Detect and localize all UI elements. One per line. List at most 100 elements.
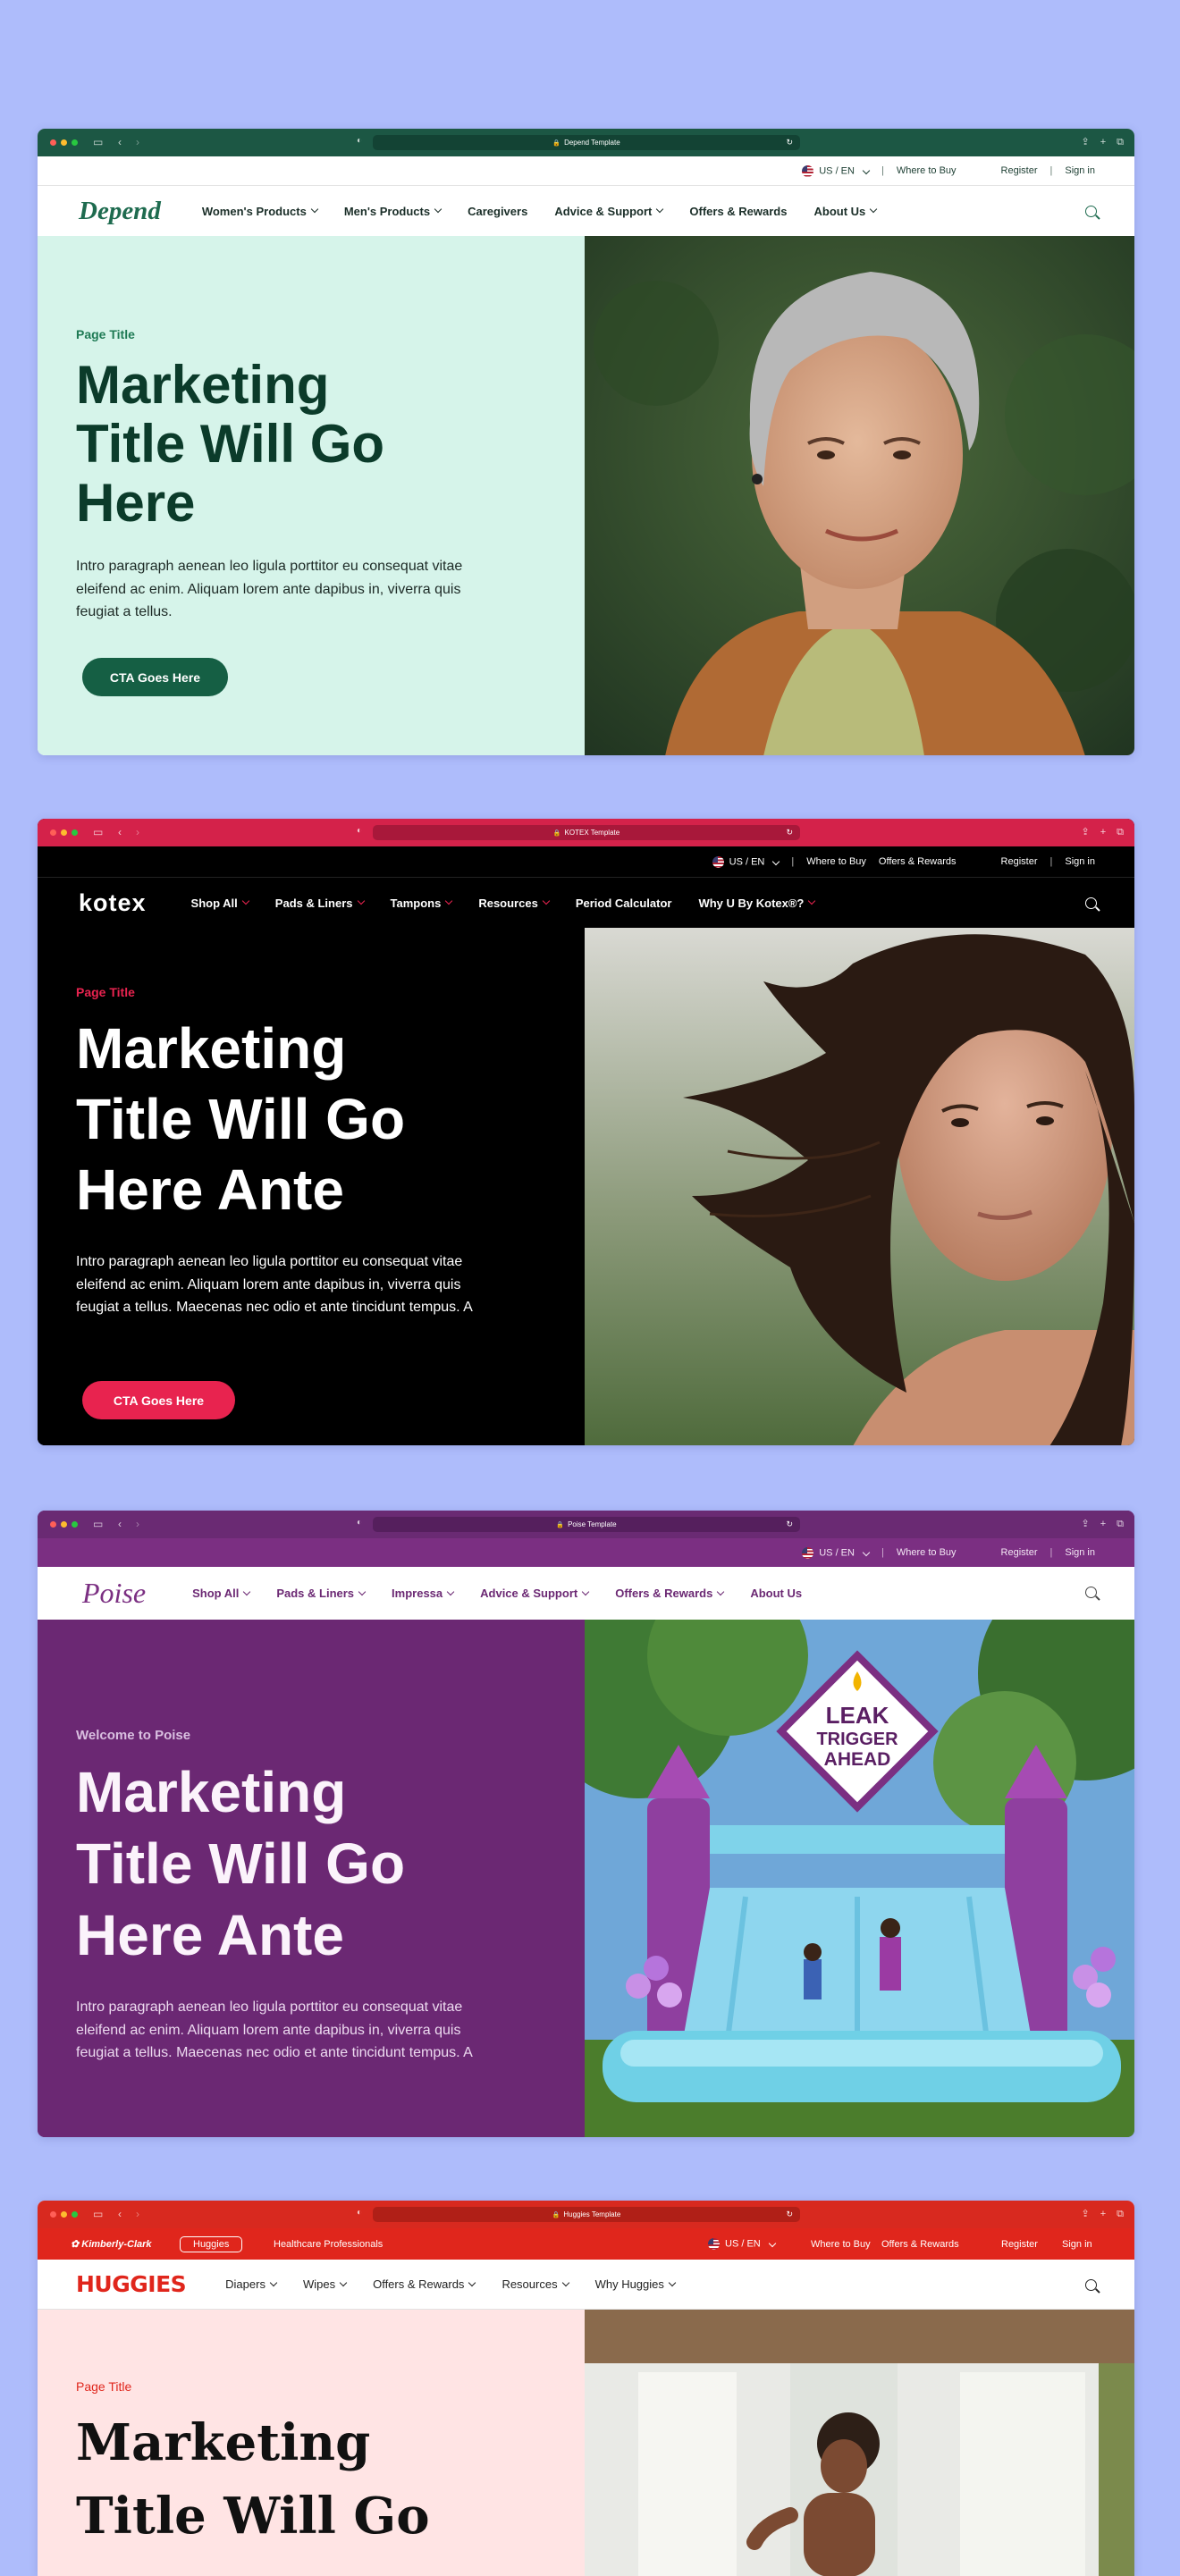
reload-icon[interactable]: ↻ bbox=[786, 2210, 793, 2219]
tabs-icon[interactable]: ⧉ bbox=[1117, 826, 1124, 838]
new-tab-icon[interactable]: + bbox=[1100, 826, 1106, 838]
new-tab-icon[interactable]: + bbox=[1100, 136, 1106, 148]
reload-icon[interactable]: ↻ bbox=[786, 828, 793, 838]
nav-offers-rewards[interactable]: Offers & Rewards bbox=[615, 1587, 725, 1600]
zoom-dot[interactable] bbox=[72, 1521, 78, 1528]
forward-icon[interactable]: › bbox=[136, 1518, 139, 1530]
nav-caregivers[interactable]: Caregivers bbox=[468, 205, 527, 218]
reload-icon[interactable]: ↻ bbox=[786, 138, 793, 147]
close-dot[interactable] bbox=[50, 2211, 56, 2218]
locale-selector[interactable]: US / EN bbox=[712, 855, 780, 868]
where-to-buy-link[interactable]: Where to Buy bbox=[806, 856, 866, 867]
register-link[interactable]: Register bbox=[1001, 2239, 1038, 2250]
nav-why-huggies[interactable]: Why Huggies bbox=[595, 2277, 677, 2291]
minimize-dot[interactable] bbox=[61, 139, 67, 146]
nav-resources[interactable]: Resources bbox=[478, 897, 551, 910]
nav-shop-all[interactable]: Shop All bbox=[191, 897, 250, 910]
sidebar-icon[interactable]: ▭ bbox=[93, 826, 103, 838]
nav-pads-liners[interactable]: Pads & Liners bbox=[276, 1587, 367, 1600]
poise-logo[interactable]: Poise bbox=[82, 1577, 146, 1610]
search-icon[interactable] bbox=[1085, 1587, 1097, 1598]
privacy-shield-icon[interactable]: ◐ bbox=[357, 1518, 362, 1528]
window-controls[interactable] bbox=[50, 1521, 78, 1528]
where-to-buy-link[interactable]: Where to Buy bbox=[811, 2239, 871, 2250]
kimberly-clark-logo[interactable]: ✿ Kimberly-Clark bbox=[71, 2238, 152, 2250]
nav-about-us[interactable]: About Us bbox=[750, 1587, 802, 1600]
kotex-logo[interactable]: KOTEX bbox=[79, 889, 147, 917]
reload-icon[interactable]: ↻ bbox=[786, 1520, 793, 1529]
zoom-dot[interactable] bbox=[72, 139, 78, 146]
sign-in-link[interactable]: Sign in bbox=[1065, 165, 1095, 176]
search-icon[interactable] bbox=[1085, 206, 1097, 217]
depend-logo[interactable]: Depend bbox=[79, 197, 161, 226]
nav-advice-support[interactable]: Advice & Support bbox=[554, 205, 664, 218]
minimize-dot[interactable] bbox=[61, 829, 67, 836]
nav-resources[interactable]: Resources bbox=[502, 2277, 569, 2291]
where-to-buy-link[interactable]: Where to Buy bbox=[897, 165, 957, 176]
healthcare-professionals-link[interactable]: Healthcare Professionals bbox=[274, 2239, 383, 2250]
where-to-buy-link[interactable]: Where to Buy bbox=[897, 1547, 957, 1558]
nav-offers-rewards[interactable]: Offers & Rewards bbox=[373, 2277, 476, 2291]
nav-about-us[interactable]: About Us bbox=[813, 205, 878, 218]
window-controls[interactable] bbox=[50, 2211, 78, 2218]
sidebar-icon[interactable]: ▭ bbox=[93, 1518, 103, 1530]
sidebar-icon[interactable]: ▭ bbox=[93, 136, 103, 148]
nav-womens-products[interactable]: Women's Products bbox=[202, 205, 319, 218]
close-dot[interactable] bbox=[50, 139, 56, 146]
minimize-dot[interactable] bbox=[61, 2211, 67, 2218]
share-icon[interactable]: ⇪ bbox=[1081, 2208, 1089, 2220]
forward-icon[interactable]: › bbox=[136, 2208, 139, 2220]
address-bar[interactable]: 🔒 KOTEX Template ↻ bbox=[373, 825, 800, 840]
close-dot[interactable] bbox=[50, 829, 56, 836]
nav-diapers[interactable]: Diapers bbox=[225, 2277, 278, 2291]
register-link[interactable]: Register bbox=[1001, 856, 1038, 867]
back-icon[interactable]: ‹ bbox=[118, 2208, 122, 2220]
nav-advice-support[interactable]: Advice & Support bbox=[480, 1587, 590, 1600]
share-icon[interactable]: ⇪ bbox=[1081, 826, 1089, 838]
nav-tampons[interactable]: Tampons bbox=[391, 897, 453, 910]
nav-mens-products[interactable]: Men's Products bbox=[344, 205, 442, 218]
zoom-dot[interactable] bbox=[72, 829, 78, 836]
window-controls[interactable] bbox=[50, 829, 78, 836]
address-bar[interactable]: 🔒 Depend Template ↻ bbox=[373, 135, 800, 150]
nav-why-u-by-kotex[interactable]: Why U By Kotex®? bbox=[698, 897, 816, 910]
forward-icon[interactable]: › bbox=[136, 826, 139, 838]
back-icon[interactable]: ‹ bbox=[118, 826, 122, 838]
offers-rewards-link[interactable]: Offers & Rewards bbox=[879, 856, 957, 867]
nav-shop-all[interactable]: Shop All bbox=[192, 1587, 251, 1600]
address-bar[interactable]: 🔒 Huggies Template ↻ bbox=[373, 2207, 800, 2222]
sign-in-link[interactable]: Sign in bbox=[1065, 1547, 1095, 1558]
sidebar-icon[interactable]: ▭ bbox=[93, 2208, 103, 2220]
privacy-shield-icon[interactable]: ◐ bbox=[357, 826, 362, 836]
privacy-shield-icon[interactable]: ◐ bbox=[357, 136, 362, 146]
tabs-icon[interactable]: ⧉ bbox=[1117, 2208, 1124, 2220]
privacy-shield-icon[interactable]: ◐ bbox=[357, 2208, 362, 2218]
search-icon[interactable] bbox=[1085, 897, 1097, 909]
sign-in-link[interactable]: Sign in bbox=[1062, 2239, 1092, 2250]
nav-offers-rewards[interactable]: Offers & Rewards bbox=[689, 205, 787, 218]
sign-in-link[interactable]: Sign in bbox=[1065, 856, 1095, 867]
new-tab-icon[interactable]: + bbox=[1100, 2208, 1106, 2220]
nav-wipes[interactable]: Wipes bbox=[303, 2277, 348, 2291]
nav-pads-liners[interactable]: Pads & Liners bbox=[275, 897, 365, 910]
minimize-dot[interactable] bbox=[61, 1521, 67, 1528]
huggies-logo[interactable]: HUGGIES bbox=[76, 2271, 187, 2297]
address-bar[interactable]: 🔒 Poise Template ↻ bbox=[373, 1517, 800, 1532]
share-icon[interactable]: ⇪ bbox=[1081, 136, 1089, 148]
locale-selector[interactable]: US / EN bbox=[802, 1546, 871, 1559]
tabs-icon[interactable]: ⧉ bbox=[1117, 136, 1124, 148]
brand-tab-huggies[interactable]: Huggies bbox=[180, 2235, 243, 2252]
share-icon[interactable]: ⇪ bbox=[1081, 1518, 1089, 1530]
zoom-dot[interactable] bbox=[72, 2211, 78, 2218]
locale-selector[interactable]: US / EN bbox=[802, 164, 871, 177]
cta-button[interactable]: CTA Goes Here bbox=[82, 658, 228, 696]
window-controls[interactable] bbox=[50, 139, 78, 146]
forward-icon[interactable]: › bbox=[136, 136, 139, 148]
close-dot[interactable] bbox=[50, 1521, 56, 1528]
search-icon[interactable] bbox=[1085, 2279, 1097, 2291]
register-link[interactable]: Register bbox=[1001, 1547, 1038, 1558]
cta-button[interactable]: CTA Goes Here bbox=[82, 1381, 235, 1419]
back-icon[interactable]: ‹ bbox=[118, 1518, 122, 1530]
locale-selector[interactable]: US / EN bbox=[708, 2238, 777, 2250]
register-link[interactable]: Register bbox=[1001, 165, 1038, 176]
